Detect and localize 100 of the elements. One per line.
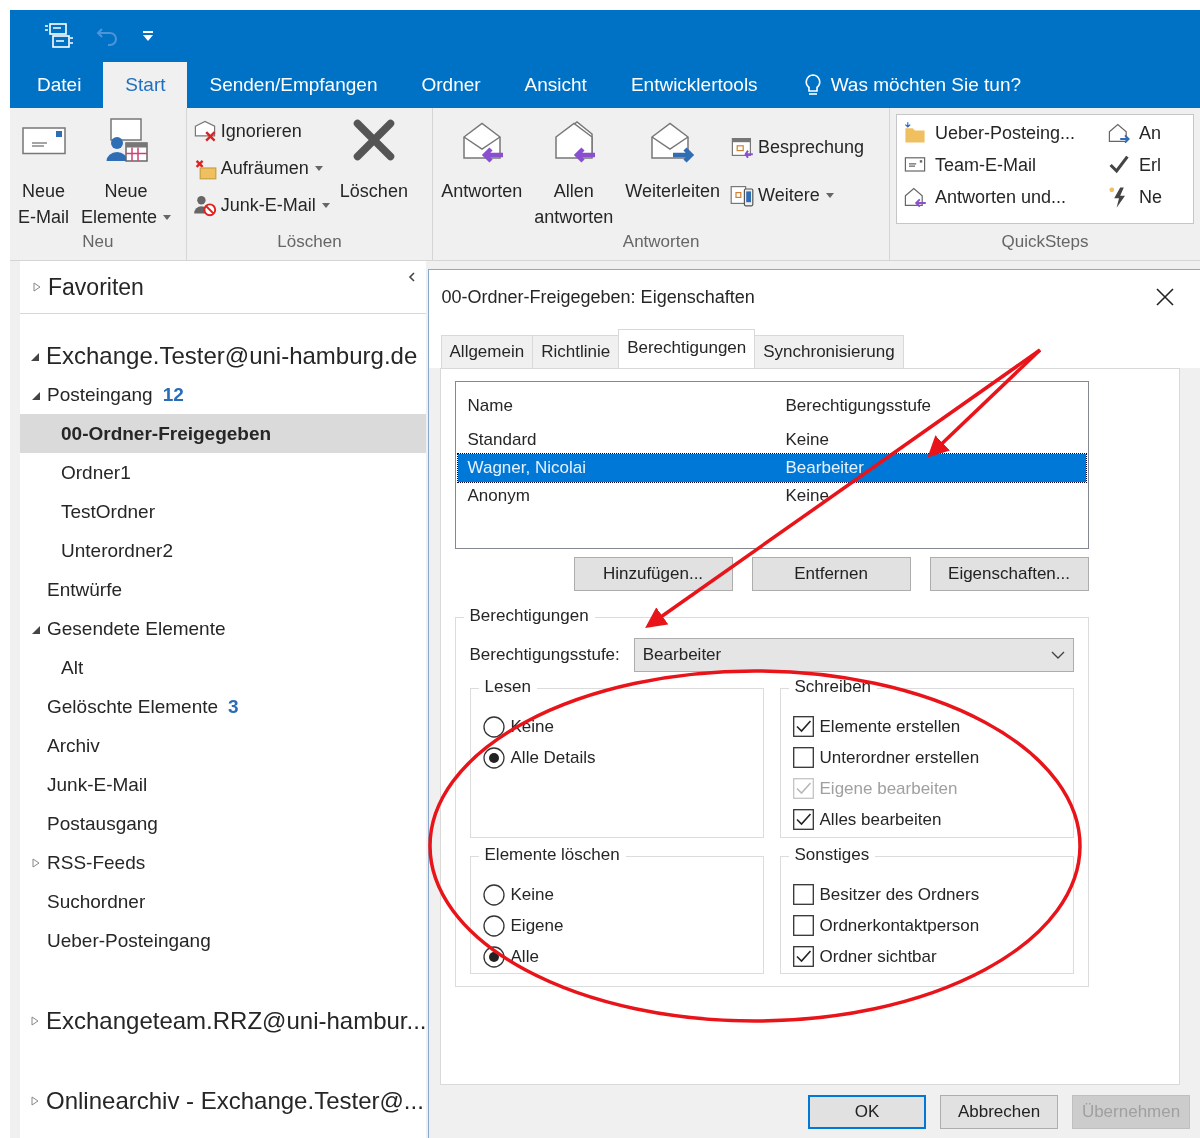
quickstep-item[interactable]: Antworten und... (903, 181, 1107, 213)
folder-item[interactable]: Ueber-Posteingang (20, 921, 426, 960)
folder-item[interactable]: Archiv (20, 726, 426, 765)
collapsed-icon[interactable] (30, 1014, 40, 1027)
ribbon-button[interactable]: Neue Elemente (79, 114, 174, 232)
column-header[interactable]: Berechtigungsstufe (785, 396, 1088, 416)
folder-icon (903, 121, 927, 145)
collapsed-icon[interactable] (30, 1094, 40, 1107)
folder-item[interactable]: Suchordner (20, 882, 426, 921)
dialog-tab[interactable]: Allgemein (440, 335, 534, 368)
group-label: Antworten (621, 232, 701, 253)
dialog-title: 00-Ordner-Freigegeben: Eigenschaften (441, 286, 755, 308)
group-legend: Berechtigungen (463, 606, 595, 626)
checkbox[interactable] (792, 915, 814, 936)
option-label: Alles bearbeiten (819, 809, 942, 830)
folder-item[interactable]: 00-Ordner-Freigegeben (20, 414, 426, 453)
option-label: Ordner sichtbar (819, 946, 937, 967)
folder-item[interactable]: Gesendete Elemente (20, 609, 426, 648)
dialog-button[interactable]: Hinzufügen... (573, 557, 733, 591)
ignore-icon (192, 119, 217, 143)
option-label: Unterordner erstellen (819, 747, 980, 768)
dialog-button[interactable]: Eigenschaften... (929, 557, 1089, 591)
favorites-header[interactable]: Favoriten (48, 273, 144, 301)
checkbox[interactable] (792, 946, 814, 967)
ribbon-button[interactable]: Löschen (337, 114, 410, 232)
dialog-button[interactable]: OK (808, 1094, 926, 1129)
collapsed-icon[interactable] (31, 856, 41, 869)
ribbon-button[interactable]: Weiterleiten (623, 114, 722, 232)
permission-level-dropdown[interactable]: Bearbeiter (633, 638, 1074, 672)
folder-item[interactable]: Junk-E-Mail (20, 765, 426, 804)
field-label: Berechtigungsstufe: (469, 645, 620, 665)
option-label: Ordnerkontaktperson (819, 915, 980, 936)
folder-item[interactable]: Entwürfe (20, 570, 426, 609)
list-row[interactable]: Standard Keine (457, 426, 1086, 454)
radio-button[interactable] (482, 914, 505, 937)
lightbulb-icon (803, 73, 822, 97)
dialog-tab[interactable]: Synchronisierung (754, 335, 904, 368)
ribbon-button[interactable]: Ignorieren (192, 114, 330, 148)
radio-button[interactable] (482, 883, 505, 906)
ribbon-button[interactable]: Junk-E-Mail (192, 188, 330, 222)
folder-item[interactable]: Posteingang 12 (20, 375, 426, 414)
send-receive-icon[interactable] (44, 22, 74, 50)
close-icon[interactable] (1156, 288, 1174, 306)
account-header[interactable]: Exchangeteam.RRZ@uni-hambur... (46, 1006, 426, 1035)
quickstep-item[interactable]: Ne (1107, 181, 1187, 213)
ribbon-tab[interactable]: Ansicht (502, 62, 609, 108)
list-row[interactable]: Wagner, Nicolai Bearbeiter (457, 454, 1086, 482)
folder-item[interactable]: RSS-Feeds (20, 843, 426, 882)
dialog-button[interactable]: Abbrechen (940, 1094, 1058, 1129)
customize-icon[interactable] (142, 30, 154, 42)
ribbon-tab[interactable]: Senden/Empfangen (187, 62, 400, 108)
ribbon-tab[interactable]: Start (103, 62, 188, 108)
ribbon-tab[interactable]: Ordner (399, 62, 503, 108)
folder-item[interactable]: Gelöschte Elemente 3 (20, 687, 426, 726)
caret-icon (163, 214, 172, 220)
quickstep-item[interactable]: Ueber-Posteing... (903, 117, 1107, 149)
ribbon-button[interactable]: Antworten (439, 114, 525, 232)
checkbox[interactable] (792, 716, 814, 737)
folder-item[interactable]: TestOrdner (20, 492, 426, 531)
radio-button[interactable] (482, 945, 505, 968)
caret-icon (314, 165, 323, 171)
folder-item[interactable]: Ordner1 (20, 453, 426, 492)
option-label: Alle (510, 946, 539, 967)
quickstep-item[interactable]: An (1107, 117, 1187, 149)
checkbox[interactable] (792, 809, 814, 830)
ribbon-button[interactable]: Besprechung (730, 130, 865, 164)
radio-button[interactable] (482, 715, 505, 738)
account-header[interactable]: Onlinearchiv - Exchange.Tester@... (46, 1086, 424, 1115)
tell-me-field[interactable]: Was möchten Sie tun? (830, 74, 1022, 96)
ribbon-button[interactable]: Allen antworten (532, 114, 616, 232)
group-legend: Sonstiges (788, 845, 876, 865)
option-label: Eigene bearbeiten (819, 778, 958, 799)
folder-item[interactable]: Postausgang (20, 804, 426, 843)
ribbon-button[interactable]: Weitere (730, 178, 865, 212)
checkbox[interactable] (792, 747, 814, 768)
group-label: Löschen (276, 232, 343, 253)
folder-item[interactable]: Unterordner2 (20, 531, 426, 570)
calendar-phone-icon (730, 183, 754, 207)
list-row[interactable]: Anonym Keine (457, 482, 1086, 510)
account-header[interactable]: Exchange.Tester@uni-hamburg.de (46, 341, 418, 370)
quickstep-item[interactable]: Erl (1107, 149, 1187, 181)
caret-icon (321, 202, 330, 208)
ribbon-button[interactable]: Neue E-Mail (16, 114, 71, 232)
group-label: Neu (81, 232, 115, 253)
reply-icon (903, 185, 927, 209)
option-label: Elemente erstellen (819, 716, 961, 737)
column-header[interactable]: Name (455, 396, 786, 416)
dialog-tab[interactable]: Richtlinie (532, 335, 620, 368)
meeting-icon (730, 135, 754, 159)
collapsed-icon[interactable] (32, 281, 42, 293)
dialog-button[interactable]: Entfernen (751, 557, 911, 591)
quickstep-item[interactable]: Team-E-Mail (903, 149, 1107, 181)
collapse-icon[interactable] (407, 271, 416, 283)
ribbon-tab[interactable]: Datei (15, 62, 104, 108)
folder-item[interactable]: Alt (20, 648, 426, 687)
radio-button[interactable] (482, 746, 505, 769)
ribbon-button[interactable]: Aufräumen (192, 151, 330, 185)
checkbox[interactable] (792, 884, 814, 905)
ribbon-tab[interactable]: Entwicklertools (608, 62, 780, 108)
option-label: Eigene (510, 915, 564, 936)
